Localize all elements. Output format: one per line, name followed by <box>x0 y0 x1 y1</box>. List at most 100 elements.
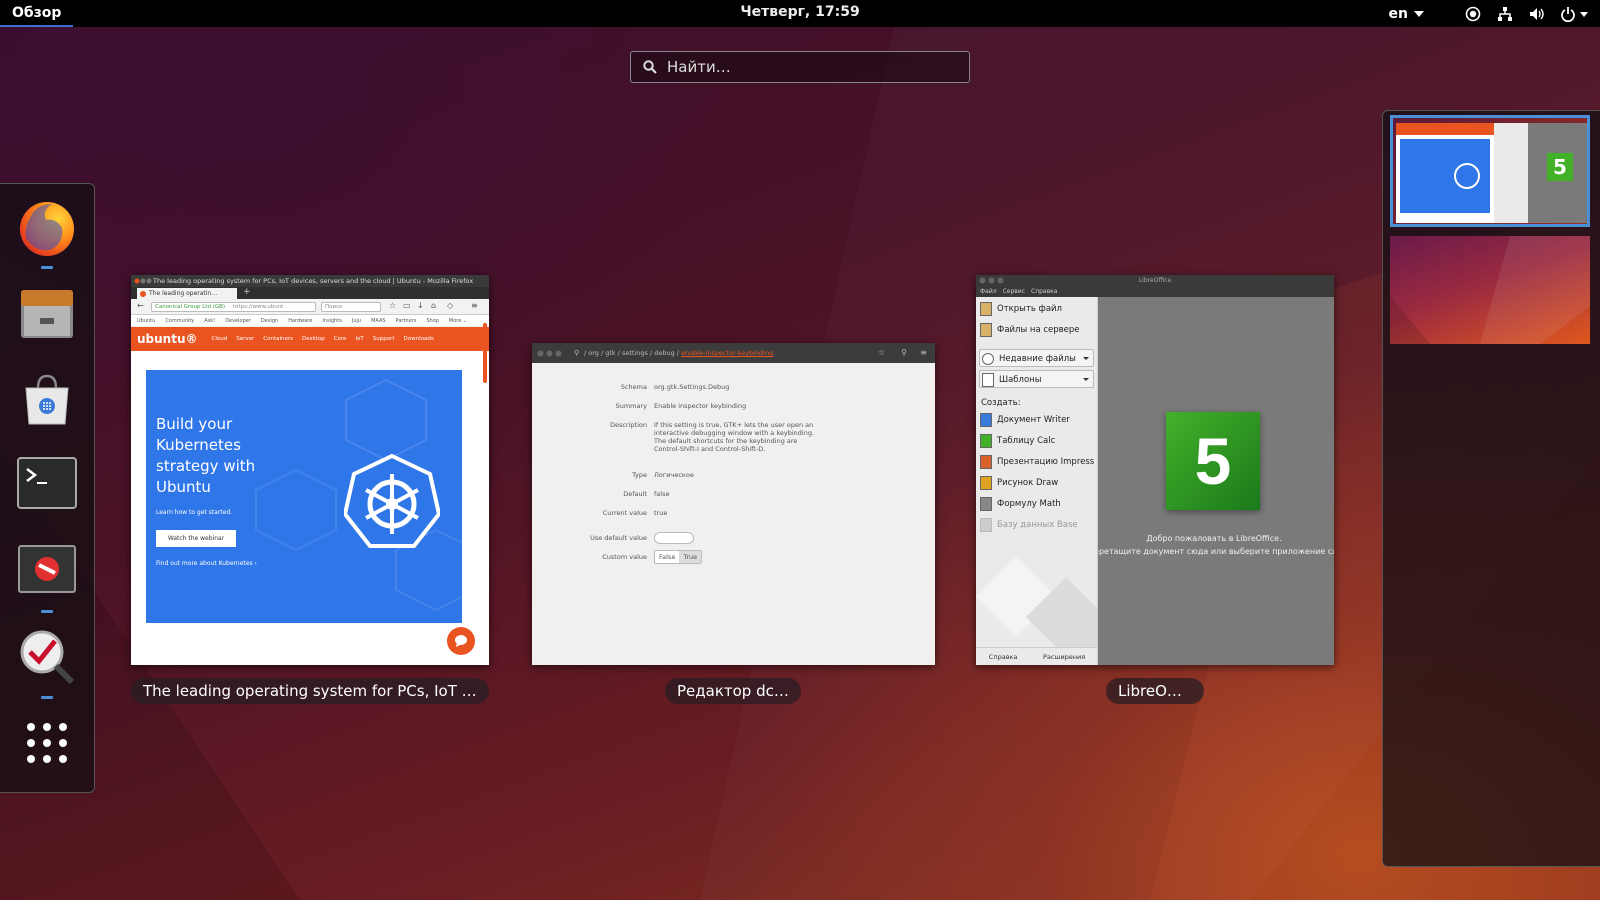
create-impress-button[interactable]: Презентацию Impress <box>980 453 1094 471</box>
ubuntu-site-header: ubuntu® Cloud Server Containers Desktop Core… <box>131 327 489 351</box>
workspace-switcher: 5 <box>1382 110 1600 867</box>
volume-icon[interactable] <box>1528 5 1546 23</box>
false-toggle-button[interactable]: False <box>655 551 680 563</box>
clock-label[interactable]: Четверг, 17:59 <box>740 4 859 20</box>
true-toggle-button[interactable]: True <box>679 551 702 563</box>
create-draw-label: Рисунок Draw <box>997 478 1059 488</box>
site-nav-link[interactable]: Downloads <box>404 336 434 342</box>
activities-button[interactable]: Обзор <box>0 0 74 27</box>
dconf-headerbar: ⚲ / org / gtk / settings / debug / enabl… <box>532 343 935 363</box>
search-field[interactable] <box>630 51 970 83</box>
libreoffice-window-caption[interactable]: LibreOffice <box>1106 678 1204 704</box>
home-icon[interactable]: ⌂ <box>431 301 436 310</box>
window-controls-icon <box>537 350 562 357</box>
site-menu-item[interactable]: Insights <box>322 315 342 326</box>
kubernetes-more-link[interactable]: Find out more about Kubernetes › <box>156 560 257 567</box>
chat-icon[interactable] <box>447 627 475 655</box>
search-icon[interactable]: ⚲ <box>901 343 907 363</box>
site-menu-item[interactable]: Ubuntu <box>137 315 155 326</box>
site-nav-link[interactable]: Desktop <box>302 336 325 342</box>
site-menu-item[interactable]: Design <box>261 315 278 326</box>
show-applications-icon[interactable] <box>14 710 80 776</box>
scrollbar[interactable] <box>483 323 487 383</box>
dconf-editor-icon[interactable] <box>14 536 80 602</box>
bookmark-star-icon[interactable]: ☆ <box>878 343 885 363</box>
software-center-icon[interactable] <box>14 366 80 432</box>
firefox-url-bar[interactable]: Canonical Group Ltd (GB) https://www.ubu… <box>151 302 316 312</box>
create-draw-button[interactable]: Рисунок Draw <box>980 474 1058 492</box>
use-default-toggle[interactable] <box>654 532 694 544</box>
dconf-path-key: enable-inspector-keybinding <box>681 349 774 357</box>
site-nav-link[interactable]: Support <box>373 336 395 342</box>
firefox-tab[interactable]: The leading operatin… <box>137 288 237 299</box>
extensions-button[interactable]: Расширения <box>1043 653 1085 661</box>
menu-icon[interactable]: ≡ <box>920 343 927 363</box>
dconf-window[interactable]: ⚲ / org / gtk / settings / debug / enabl… <box>532 343 935 665</box>
firefox-search-box[interactable]: Поиск <box>321 302 381 312</box>
create-calc-button[interactable]: Таблицу Calc <box>980 432 1055 450</box>
site-menu-item[interactable]: MAAS <box>371 315 385 326</box>
watch-webinar-button[interactable]: Watch the webinar <box>156 530 236 547</box>
language-indicator[interactable]: en <box>1389 6 1424 22</box>
help-button[interactable]: Справка <box>989 653 1018 661</box>
ubuntu-logo[interactable]: ubuntu® <box>137 332 198 346</box>
site-menu-item[interactable]: Partners <box>396 315 417 326</box>
create-math-button[interactable]: Формулу Math <box>980 495 1061 513</box>
dconf-key-details: Schema org.gtk.Settings.Debug Summary Enabl… <box>532 363 935 665</box>
site-nav-link[interactable]: IoT <box>355 336 363 342</box>
menu-help[interactable]: Справка <box>1031 286 1057 297</box>
site-menu-item[interactable]: Community <box>165 315 194 326</box>
files-icon[interactable] <box>14 280 80 346</box>
firefox-tabbar: The leading operatin… + <box>131 287 489 299</box>
create-calc-label: Таблицу Calc <box>997 436 1056 446</box>
chevron-down-icon <box>1083 357 1089 360</box>
remote-files-button[interactable]: Файлы на сервере <box>980 321 1080 339</box>
create-base-button: Базу данных Base <box>980 516 1078 534</box>
search-input[interactable] <box>667 58 947 76</box>
open-file-button[interactable]: Открыть файл <box>980 300 1062 318</box>
menu-file[interactable]: Файл <box>980 286 997 297</box>
firefox-window[interactable]: The leading operating system for PCs, Io… <box>131 275 489 665</box>
menu-icon[interactable]: ≡ <box>471 301 478 310</box>
templates-dropdown[interactable]: Шаблоны <box>979 370 1094 388</box>
accessibility-icon[interactable] <box>1464 5 1482 23</box>
create-writer-button[interactable]: Документ Writer <box>980 411 1070 429</box>
site-nav-link[interactable]: Server <box>236 336 254 342</box>
network-icon[interactable] <box>1496 5 1514 23</box>
site-nav-link[interactable]: Containers <box>263 336 293 342</box>
clock: Четверг, 17:59 <box>0 4 1600 20</box>
bookmark-star-icon[interactable]: ☆ <box>389 301 396 310</box>
dconf-row-key: Description <box>609 421 647 429</box>
workspace-2-thumbnail[interactable] <box>1390 236 1590 344</box>
checker-tool-icon[interactable] <box>14 624 80 690</box>
path-search-icon[interactable]: ⚲ <box>574 343 579 363</box>
site-menu-item[interactable]: Developer <box>225 315 251 326</box>
new-tab-icon[interactable]: + <box>243 287 251 297</box>
dconf-row-key: Use default value <box>590 534 647 542</box>
site-menu-item[interactable]: Hardware <box>288 315 312 326</box>
dconf-row-key: Schema <box>620 383 647 391</box>
firefox-icon[interactable] <box>14 196 80 262</box>
power-icon[interactable] <box>1560 5 1590 23</box>
download-icon[interactable]: ↓ <box>417 301 424 310</box>
site-menu-item[interactable]: Juju <box>352 315 361 326</box>
site-nav-link[interactable]: Core <box>334 336 347 342</box>
chevron-down-icon <box>1414 10 1424 17</box>
menu-tools[interactable]: Сервис <box>1003 286 1025 297</box>
pocket-icon[interactable]: ◇ <box>447 301 453 310</box>
site-menu-item[interactable]: Ask! <box>204 315 215 326</box>
firefox-window-caption[interactable]: The leading operating system for PCs, Io… <box>131 678 489 704</box>
back-icon[interactable]: ← <box>137 301 144 310</box>
recent-files-dropdown[interactable]: Недавние файлы <box>979 349 1094 367</box>
workspace-1-thumbnail[interactable]: 5 <box>1390 115 1590 227</box>
site-menu-item[interactable]: More ⌄ <box>449 315 467 326</box>
language-label: en <box>1388 5 1408 22</box>
site-nav-link[interactable]: Cloud <box>212 336 228 342</box>
dconf-window-caption[interactable]: Редактор dconf <box>665 678 801 704</box>
library-icon[interactable]: ▭ <box>403 301 411 310</box>
dconf-path[interactable]: / org / gtk / settings / debug / enable-… <box>584 343 773 363</box>
libreoffice-window[interactable]: LibreOffice Файл Сервис Справка Открыть … <box>976 275 1334 665</box>
site-menu-item[interactable]: Shop <box>426 315 439 326</box>
terminal-icon[interactable] <box>14 450 80 516</box>
firefox-titlebar: The leading operating system for PCs, Io… <box>131 275 489 287</box>
